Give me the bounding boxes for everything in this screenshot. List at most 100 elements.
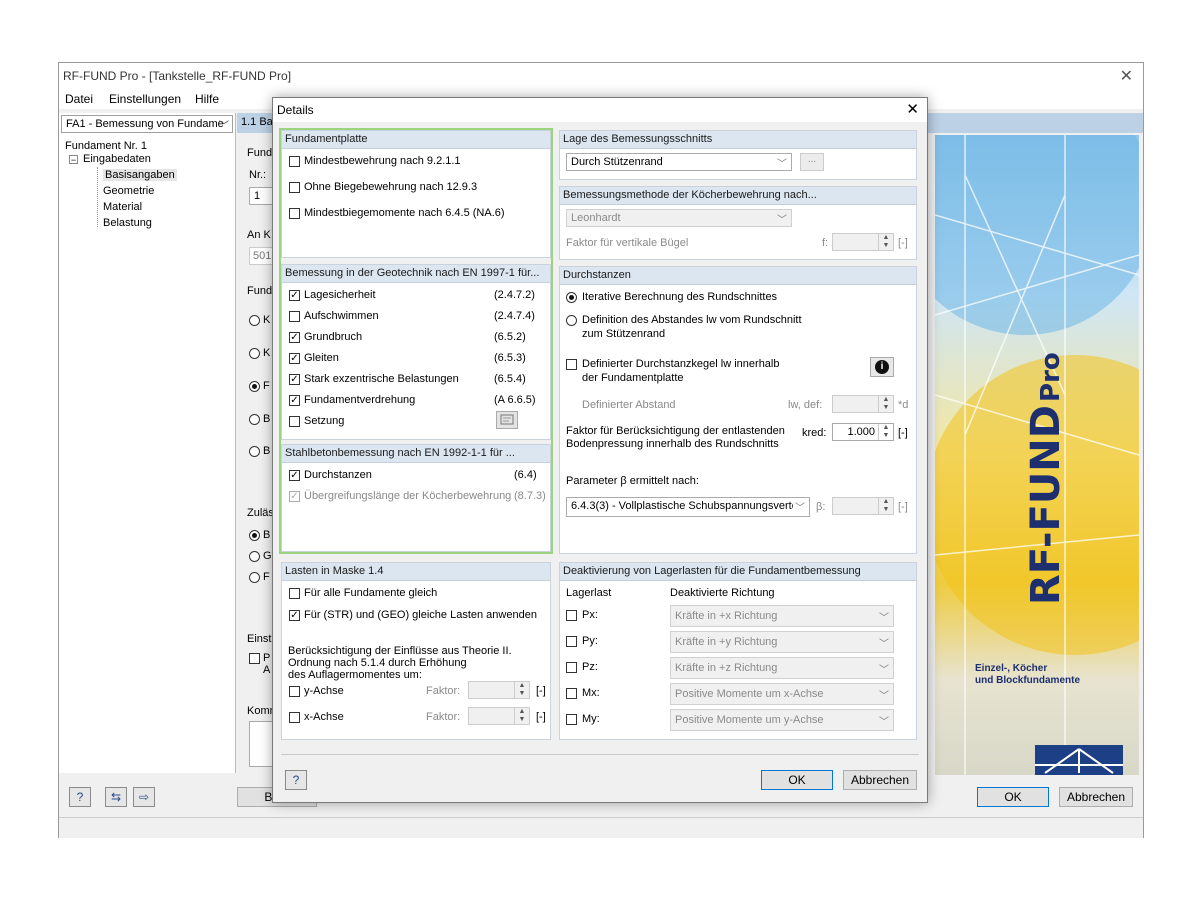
dialog-ok-button[interactable]: OK — [761, 770, 833, 790]
faktor-x-input[interactable]: ▲ ▼ — [468, 707, 530, 725]
checkbox-geotechnik-0[interactable]: ✓ — [289, 290, 300, 301]
methode-select[interactable]: Leonhardt ﹀ — [566, 209, 792, 227]
mask-radio[interactable] — [249, 348, 260, 359]
checkbox-alle-fundamente[interactable] — [289, 588, 300, 599]
menu-datei[interactable]: Datei — [65, 92, 93, 106]
status-bar — [59, 817, 1143, 838]
label-lw-def: lw, def: — [788, 399, 823, 411]
kred-input[interactable]: 1.000 ▲ ▼ — [832, 423, 894, 441]
checkbox-lagerlast-1[interactable] — [566, 636, 577, 647]
main-cancel-button[interactable]: Abbrechen — [1059, 787, 1133, 807]
ref-geotechnik-0: (2.4.7.2) — [494, 289, 535, 301]
lage-more-button[interactable]: ... — [800, 153, 824, 171]
case-combo[interactable]: FA1 - Bemessung von Fundame ﹀ — [61, 115, 233, 133]
tree-root[interactable]: Fundament Nr. 1 — [65, 140, 147, 152]
checkbox-geotechnik-4[interactable]: ✓ — [289, 374, 300, 385]
menu-hilfe[interactable]: Hilfe — [195, 92, 219, 106]
checkbox-geotechnik-6[interactable] — [289, 416, 300, 427]
mask-radio[interactable] — [249, 551, 260, 562]
mask-nr-field[interactable]: 1 — [249, 187, 273, 205]
checkbox-x-achse[interactable] — [289, 712, 300, 723]
dialog-help-icon[interactable]: ? — [285, 770, 307, 790]
faktor-buegel-input[interactable]: ▲ ▼ — [832, 233, 894, 251]
mask-field[interactable]: 501 — [249, 247, 273, 265]
label-durchstanzkegel-1: Definierter Durchstanzkegel lw innerhalb — [582, 358, 780, 370]
checkbox-uebergreifungslaenge[interactable]: ✓ — [289, 491, 300, 502]
tree-group[interactable]: Eingabedaten — [83, 153, 151, 165]
label-faktor-x: Faktor: — [426, 711, 461, 723]
label-durchstanzen: Durchstanzen — [304, 469, 372, 481]
tree-item-geometrie[interactable]: Geometrie — [103, 185, 154, 197]
richtung-select-2[interactable]: Kräfte in +z Richtung ﹀ — [670, 657, 894, 679]
mask-radio[interactable] — [249, 414, 260, 425]
richtung-select-1[interactable]: Kräfte in +y Richtung ﹀ — [670, 631, 894, 653]
group-durchstanzen: Durchstanzen Iterative Berechnung des Ru… — [559, 266, 917, 554]
mask-checkbox[interactable] — [249, 653, 260, 664]
menu-einstellungen[interactable]: Einstellungen — [109, 92, 181, 106]
mask-label: Fund — [247, 147, 273, 159]
checkbox-str-geo[interactable]: ✓ — [289, 610, 300, 621]
checkbox-durchstanzen[interactable]: ✓ — [289, 470, 300, 481]
export-icon[interactable]: ⇨ — [133, 787, 155, 807]
richtung-select-0[interactable]: Kräfte in +x Richtung ﹀ — [670, 605, 894, 627]
info-button[interactable]: i — [870, 357, 894, 377]
checkbox-lagerlast-3[interactable] — [566, 688, 577, 699]
tree-collapse-icon[interactable]: − — [69, 155, 78, 165]
richtung-value-2: Kräfte in +z Richtung — [675, 662, 778, 674]
beta-input[interactable]: ▲ ▼ — [832, 497, 894, 515]
checkbox-geotechnik-2[interactable]: ✓ — [289, 332, 300, 343]
case-combo-value: FA1 - Bemessung von Fundame — [66, 118, 224, 130]
checkbox-mindestbiegemomente[interactable] — [289, 208, 300, 219]
tree-item-material[interactable]: Material — [103, 201, 142, 213]
tree-item-belastung[interactable]: Belastung — [103, 217, 152, 229]
label-geotechnik-5: Fundamentverdrehung — [304, 394, 416, 406]
mask-comment-field[interactable] — [249, 721, 273, 767]
richtung-select-3[interactable]: Positive Momente um x-Achse ﹀ — [670, 683, 894, 705]
kred-value: 1.000 — [847, 426, 875, 438]
radio-definition-abstand[interactable] — [566, 315, 577, 326]
faktor-y-input[interactable]: ▲ ▼ — [468, 681, 530, 699]
mask-radio[interactable] — [249, 381, 260, 392]
ref-uebergreifungslaenge: (8.7.3) — [514, 490, 546, 502]
lage-select[interactable]: Durch Stützenrand ﹀ — [566, 153, 792, 171]
checkbox-lagerlast-0[interactable] — [566, 610, 577, 621]
mask-radio[interactable] — [249, 315, 260, 326]
import-icon[interactable]: ⇆ — [105, 787, 127, 807]
mask-radio[interactable] — [249, 572, 260, 583]
checkbox-geotechnik-1[interactable] — [289, 311, 300, 322]
help-icon[interactable]: ? — [69, 787, 91, 807]
richtung-value-0: Kräfte in +x Richtung — [675, 610, 778, 622]
group-stahlbeton: Stahlbetonbemessung nach EN 1992-1-1 für… — [281, 444, 551, 552]
dialog-cancel-button[interactable]: Abbrechen — [843, 770, 917, 790]
mask-radio[interactable] — [249, 446, 260, 457]
mask-label: Nr.: — [249, 169, 267, 181]
settlement-settings-icon[interactable] — [496, 411, 518, 429]
checkbox-lagerlast-2[interactable] — [566, 662, 577, 673]
group-lasten: Lasten in Maske 1.4 Für alle Fundamente … — [281, 562, 551, 740]
label-theorie-2: Ordnung nach 5.1.4 durch Erhöhung — [288, 657, 467, 669]
richtung-select-4[interactable]: Positive Momente um y-Achse ﹀ — [670, 709, 894, 731]
window-close-icon[interactable]: ✕ — [1120, 66, 1133, 86]
radio-iterative[interactable] — [566, 292, 577, 303]
unit-f: [-] — [898, 237, 908, 249]
checkbox-lagerlast-4[interactable] — [566, 714, 577, 725]
checkbox-mindestbewehrung[interactable] — [289, 156, 300, 167]
checkbox-geotechnik-3[interactable]: ✓ — [289, 353, 300, 364]
mask-radio[interactable] — [249, 530, 260, 541]
label-beta: β: — [816, 501, 826, 513]
dialog-close-icon[interactable]: ✕ — [906, 100, 919, 118]
label-geotechnik-3: Gleiten — [304, 352, 339, 364]
mask-label: Einst — [247, 633, 272, 645]
checkbox-geotechnik-5[interactable]: ✓ — [289, 395, 300, 406]
beta-method-select[interactable]: 6.4.3(3) - Vollplastische Schubspannungs… — [566, 497, 810, 517]
tree-item-basisangaben[interactable]: Basisangaben — [103, 169, 177, 181]
checkbox-ohne-biegebewehrung[interactable] — [289, 182, 300, 193]
chevron-down-icon: ﹀ — [879, 639, 889, 650]
label-lagerlast-1: Py: — [582, 635, 598, 647]
checkbox-durchstanzkegel[interactable] — [566, 359, 577, 370]
main-ok-button[interactable]: OK — [977, 787, 1049, 807]
abstand-input[interactable]: ▲ ▼ — [832, 395, 894, 413]
dialog-titlebar: Details ✕ — [273, 98, 927, 122]
unit-faktor-x: [-] — [536, 711, 546, 723]
checkbox-y-achse[interactable] — [289, 686, 300, 697]
